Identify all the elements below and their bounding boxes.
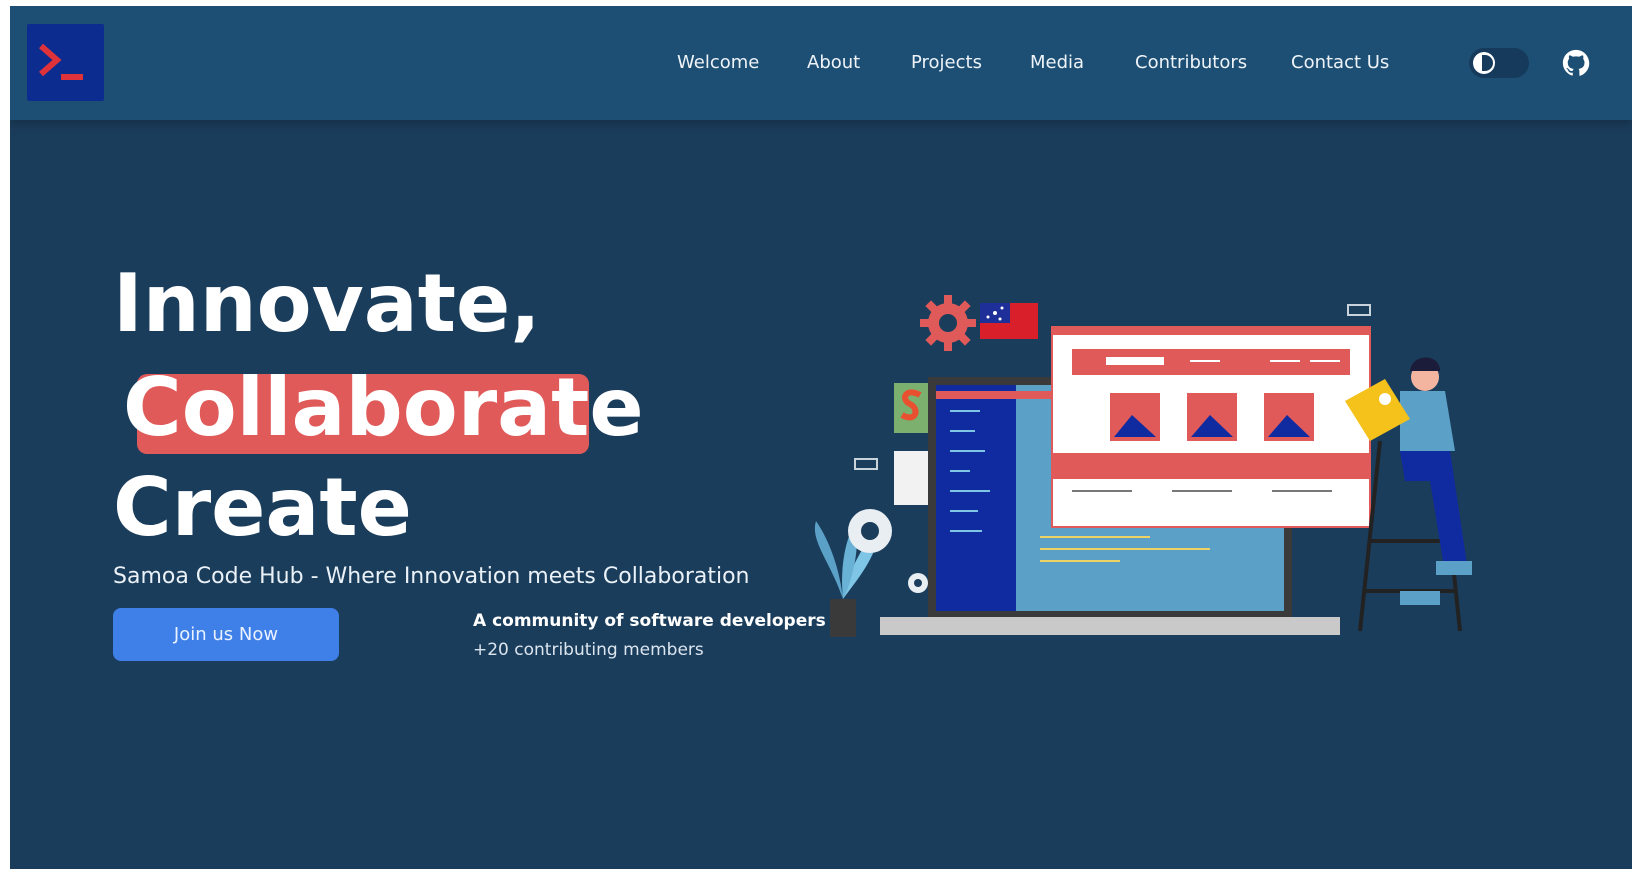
headline-innovate: Innovate, (113, 257, 541, 350)
nav-media[interactable]: Media (1030, 52, 1084, 73)
nav-contributors[interactable]: Contributors (1135, 52, 1247, 73)
nav-projects[interactable]: Projects (911, 52, 982, 73)
nav-links: Welcome About Projects Media Contributor… (10, 52, 1632, 82)
developer-illustration (814, 295, 1472, 637)
headline-collaborate: Collaborate (123, 361, 644, 454)
image-placeholder-icon (1264, 393, 1314, 441)
samoa-flag-icon (980, 303, 1038, 339)
moon-icon (1473, 52, 1495, 74)
github-icon[interactable] (1561, 48, 1591, 78)
gear-icon (920, 295, 976, 351)
join-us-button[interactable]: Join us Now (113, 608, 339, 661)
community-members: +20 contributing members (473, 640, 704, 660)
image-placeholder-icon (1110, 393, 1160, 441)
nav-welcome[interactable]: Welcome (677, 52, 759, 73)
nav-about[interactable]: About (807, 52, 860, 73)
nav-contact-us[interactable]: Contact Us (1291, 52, 1389, 73)
theme-toggle[interactable] (1469, 48, 1529, 78)
image-placeholder-icon (1187, 393, 1237, 441)
tagline: Samoa Code Hub - Where Innovation meets … (113, 564, 750, 589)
navbar: Welcome About Projects Media Contributor… (10, 6, 1632, 120)
page-frame: Welcome About Projects Media Contributor… (10, 6, 1632, 869)
headline-create: Create (113, 461, 412, 554)
community-title: A community of software developers (473, 611, 826, 631)
